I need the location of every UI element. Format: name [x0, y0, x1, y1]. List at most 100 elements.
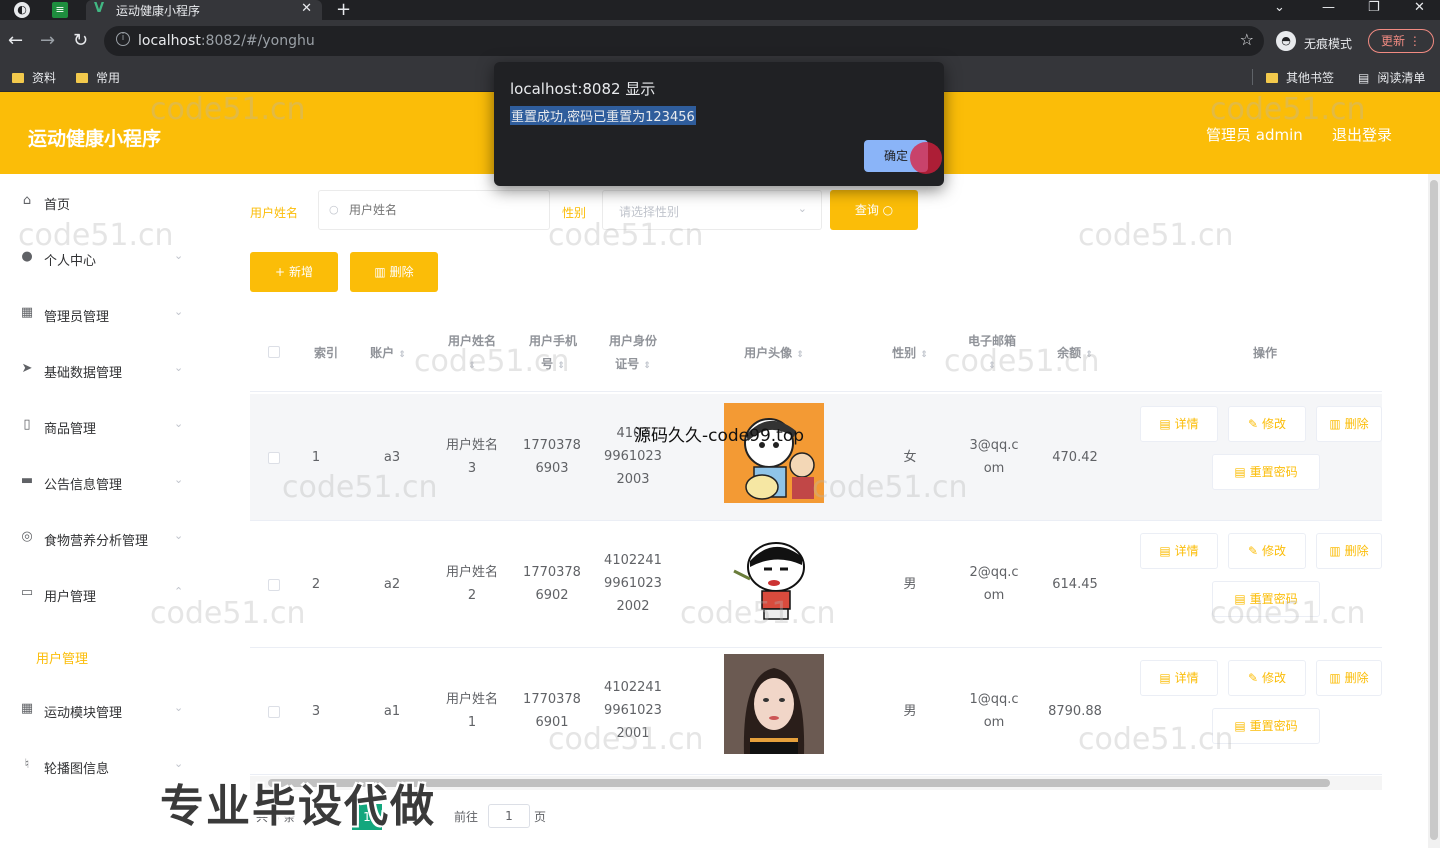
sidebar-item-users[interactable]: ▭ 用户管理 ⌃	[0, 566, 206, 622]
restore-icon[interactable]: ❐	[1368, 0, 1380, 15]
minimize-icon[interactable]: —	[1322, 0, 1335, 15]
reset-password-button[interactable]: ▤ 重置密码	[1212, 708, 1320, 744]
row-checkbox[interactable]	[268, 452, 280, 464]
col-name[interactable]: 用户姓名 ⇕	[438, 330, 506, 378]
avatar-image	[724, 403, 824, 503]
close-tab-icon[interactable]: ✕	[301, 1, 312, 16]
edit-icon: ✎	[1248, 544, 1259, 558]
delete-button[interactable]: ▥ 删除	[1316, 406, 1382, 442]
sidebar-item-personal[interactable]: ● 个人中心 ⌄	[0, 230, 206, 286]
cell-name: 用户姓名 1	[445, 692, 498, 730]
cell-index: 2	[311, 577, 321, 592]
cell-name: 用户姓名 3	[445, 438, 498, 476]
detail-button[interactable]: ▤ 详情	[1140, 660, 1218, 696]
delete-button[interactable]: ▥ 删除	[1316, 660, 1382, 696]
col-account[interactable]: 账户 ⇕	[358, 342, 418, 367]
sidebar-item-label: 首页	[44, 198, 71, 213]
home-icon: ⌂	[22, 193, 32, 208]
url-text[interactable]: localhost:8082/#/yonghu	[138, 33, 315, 49]
sidebar-item-sports[interactable]: ▦ 运动模块管理 ⌄	[0, 682, 206, 738]
query-button[interactable]: 查询 ○	[830, 190, 918, 230]
bookmark-star-icon[interactable]: ☆	[1240, 30, 1254, 49]
tab-title: 运动健康小程序	[116, 4, 201, 18]
tab-search-icon[interactable]: ⌄	[1274, 0, 1285, 15]
sidebar-item-admin[interactable]: ▦ 管理员管理 ⌄	[0, 286, 206, 342]
detail-button[interactable]: ▤ 详情	[1140, 533, 1218, 569]
chevron-down-icon: ⌄	[174, 417, 184, 430]
forward-icon[interactable]: →	[40, 31, 55, 51]
col-phone[interactable]: 用户手机号 ⇕	[520, 330, 586, 378]
logout-link[interactable]: 退出登录	[1332, 124, 1392, 145]
trash-icon: ▥	[374, 265, 386, 279]
col-avatar[interactable]: 用户头像 ⇕	[724, 342, 824, 367]
chevron-down-icon: ⌄	[174, 473, 184, 486]
active-tab[interactable]: V 运动健康小程序 ✕	[86, 0, 322, 20]
trash-icon: ▥	[1329, 671, 1341, 685]
close-window-icon[interactable]: ✕	[1414, 0, 1425, 15]
pager-jump-input[interactable]: 1	[488, 804, 530, 828]
edit-button[interactable]: ✎ 修改	[1228, 406, 1306, 442]
sort-icon: ⇕	[796, 350, 804, 360]
sidebar-item-basedata[interactable]: ➤ 基础数据管理 ⌄	[0, 342, 206, 398]
reading-list-icon: ▤	[1358, 71, 1370, 85]
sidebar: ⌂ 首页 ● 个人中心 ⌄ ▦ 管理员管理 ⌄ ➤ 基础数据管理 ⌄ ▯ 商品管…	[0, 174, 206, 848]
back-icon[interactable]: ←	[8, 31, 23, 51]
cell-gender: 男	[903, 704, 917, 719]
chevron-down-icon: ⌄	[174, 305, 184, 318]
main-content: 用户姓名 ○ 性别 请选择性别 ⌄ 查询 ○ + 新增 ▥ 删除 索引 账户 ⇕…	[206, 174, 1430, 848]
bookmark-folder-ziliao[interactable]: 资料	[12, 69, 56, 86]
name-search-input[interactable]	[349, 203, 549, 217]
sort-icon: ⇕	[398, 350, 406, 360]
name-search-label: 用户姓名	[250, 206, 299, 220]
update-button[interactable]: 更新 ⋮	[1368, 29, 1434, 53]
doc-icon: ▤	[1159, 671, 1171, 685]
cell-idcard: 4102241 9961023 2001	[604, 680, 662, 741]
sidebar-item-goods[interactable]: ▯ 商品管理 ⌄	[0, 398, 206, 454]
cell-account: a3	[383, 450, 401, 465]
scrollbar-thumb[interactable]	[1430, 180, 1438, 840]
search-icon: ○	[329, 203, 339, 216]
col-email[interactable]: 电子邮箱 ⇕	[958, 330, 1026, 378]
col-gender[interactable]: 性别 ⇕	[880, 342, 940, 367]
address-bar[interactable]: i localhost:8082/#/yonghu ☆	[104, 26, 1264, 56]
new-tab-icon[interactable]: +	[336, 0, 351, 20]
dialog-title: localhost:8082 显示	[510, 80, 656, 98]
edit-button[interactable]: ✎ 修改	[1228, 660, 1306, 696]
add-button[interactable]: + 新增	[250, 252, 338, 292]
sidebar-item-nutrition[interactable]: ◎ 食物营养分析管理 ⌄	[0, 510, 206, 566]
detail-button[interactable]: ▤ 详情	[1140, 406, 1218, 442]
chevron-down-icon: ⌄	[174, 529, 184, 542]
bookmark-folder-changyong[interactable]: 常用	[76, 69, 120, 86]
col-index[interactable]: 索引	[306, 342, 346, 365]
pinned-tab-icon[interactable]: ≡	[52, 2, 68, 18]
sidebar-subitem-users[interactable]: 用户管理	[0, 634, 206, 682]
batch-delete-button[interactable]: ▥ 删除	[350, 252, 438, 292]
incognito-icon[interactable]: ◓	[1276, 31, 1296, 51]
reload-icon[interactable]: ↻	[73, 31, 88, 51]
browser-menu-icon[interactable]: ◐	[14, 2, 30, 18]
row-checkbox[interactable]	[268, 579, 280, 591]
user-table: 索引 账户 ⇕ 用户姓名 ⇕ 用户手机号 ⇕ 用户身份 证号 ⇕ 用户头像 ⇕ 性别…	[250, 314, 1382, 790]
chevron-down-icon: ⌄	[174, 701, 184, 714]
site-info-icon[interactable]: i	[116, 32, 130, 46]
reading-list[interactable]: ▤ 阅读清单	[1358, 69, 1425, 86]
cell-phone: 1770378 6901	[523, 692, 581, 730]
sidebar-item-notice[interactable]: ▬ 公告信息管理 ⌄	[0, 454, 206, 510]
col-balance[interactable]: 余额 ⇕	[1040, 342, 1110, 367]
admin-label: 管理员 admin	[1206, 126, 1303, 144]
row-checkbox[interactable]	[268, 706, 280, 718]
col-idcard[interactable]: 用户身份 证号 ⇕	[600, 330, 666, 378]
sidebar-item-home[interactable]: ⌂ 首页	[0, 174, 206, 230]
other-bookmarks[interactable]: 其他书签	[1266, 69, 1334, 86]
name-search-field[interactable]: ○	[318, 190, 550, 230]
gender-select[interactable]: 请选择性别 ⌄	[602, 190, 822, 230]
overlay-ad-text: 专业毕设代做	[160, 781, 436, 832]
delete-button[interactable]: ▥ 删除	[1316, 533, 1382, 569]
page-vertical-scrollbar[interactable]	[1428, 174, 1440, 848]
edit-button[interactable]: ✎ 修改	[1228, 533, 1306, 569]
mic-icon: ♮	[24, 757, 30, 772]
reset-password-button[interactable]: ▤ 重置密码	[1212, 454, 1320, 490]
reset-password-button[interactable]: ▤ 重置密码	[1212, 581, 1320, 617]
plus-icon: +	[275, 265, 286, 279]
select-all-checkbox[interactable]	[268, 346, 280, 358]
